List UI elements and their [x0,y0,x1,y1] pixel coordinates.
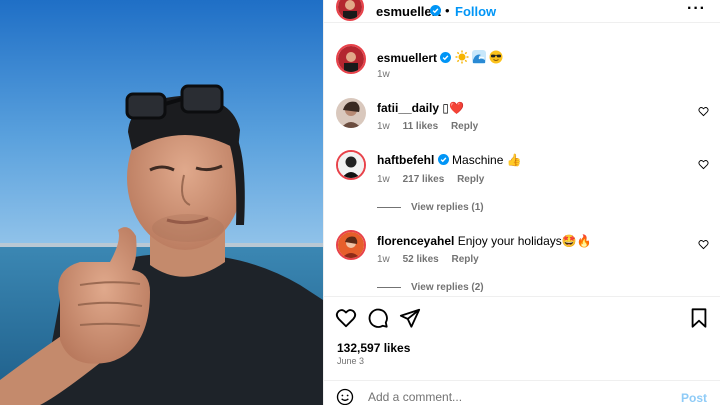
verified-badge-icon [440,52,452,63]
comment-composer: Post [324,380,720,405]
commenter-avatar[interactable] [336,98,366,128]
like-comment-heart-icon[interactable] [698,239,709,250]
likes-count[interactable]: 132,597 likes [337,341,410,355]
view-replies-label: View replies (2) [411,282,484,293]
comment-text: ▯❤️ [442,101,464,115]
commenter-avatar[interactable] [336,230,366,260]
post-photo[interactable] [0,0,323,405]
post-date[interactable]: June 3 [337,356,364,366]
action-bar [324,296,720,338]
verified-badge-icon [430,5,441,16]
commenter-username[interactable]: fatii__daily [377,101,439,115]
comment-text: Maschine 👍 [452,153,522,167]
comments-scroll-area[interactable]: esmuellert 1w fatii__daily ▯❤️ 1w 11 lik… [324,24,720,295]
caption-username[interactable]: esmuellert [377,51,437,65]
comment-meta: 1w 11 likes Reply [377,121,488,132]
replies-divider [377,206,401,208]
reply-button[interactable]: Reply [452,254,479,265]
caption-time: 1w [377,69,390,80]
comment-meta: 1w 52 likes Reply [377,254,489,265]
commenter-username[interactable]: florenceyahel [377,234,454,248]
commenter-username[interactable]: haftbefehl [377,153,434,167]
comment-likes[interactable]: 11 likes [403,121,439,132]
view-replies-button[interactable]: View replies (2) [377,282,484,293]
like-comment-heart-icon[interactable] [698,159,709,170]
save-bookmark-icon[interactable] [688,307,710,329]
view-replies-label: View replies (1) [411,202,484,213]
comment-meta: 1w 217 likes Reply [377,174,494,185]
caption-avatar[interactable] [336,44,366,74]
reply-button[interactable]: Reply [457,174,484,185]
comment-time: 1w [377,174,390,185]
like-comment-heart-icon[interactable] [698,106,709,117]
more-options-icon[interactable]: ··· [687,0,706,18]
comment-time: 1w [377,254,390,265]
comment-time: 1w [377,121,390,132]
post-header: esmuellert • Follow ··· [324,0,720,23]
comment-body: haftbefehl Maschine 👍 [377,152,522,168]
share-icon[interactable] [399,307,421,329]
wave-emoji [472,50,487,64]
add-comment-input[interactable] [368,388,658,405]
comment-body: fatii__daily ▯❤️ [377,100,464,116]
replies-divider [377,286,401,288]
comment-text: Enjoy your holidays🤩🔥 [457,234,592,248]
post-comment-button[interactable]: Post [681,391,707,405]
comment-icon[interactable] [367,307,389,329]
comment-likes[interactable]: 217 likes [403,174,445,185]
comment-body: florenceyahel Enjoy your holidays🤩🔥 [377,233,592,249]
post-detail-panel: esmuellert • Follow ··· esmuellert 1w fa… [323,0,720,405]
post-photo-illustration [0,0,323,405]
follow-button[interactable]: Follow [455,4,496,19]
caption-meta: 1w [377,69,400,80]
verified-badge-icon [437,154,449,165]
emoji-picker-icon[interactable] [336,388,354,405]
like-heart-icon[interactable] [335,307,357,329]
author-avatar[interactable] [336,0,364,21]
reply-button[interactable]: Reply [451,121,478,132]
separator-dot: • [445,3,450,18]
sun-emoji [455,50,469,64]
caption-body: esmuellert [377,50,503,66]
commenter-avatar[interactable] [336,150,366,180]
comment-likes[interactable]: 52 likes [403,254,439,265]
view-replies-button[interactable]: View replies (1) [377,202,484,213]
sunglasses-emoji [489,50,503,64]
